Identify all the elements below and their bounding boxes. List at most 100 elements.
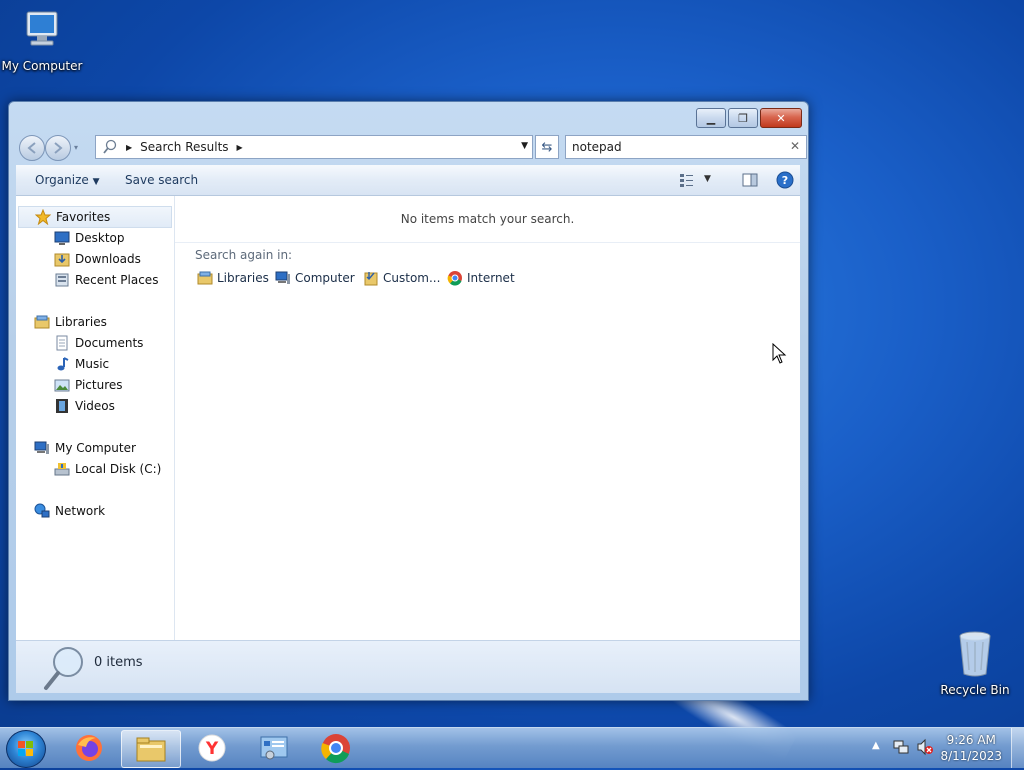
help-button[interactable]: ?: [776, 171, 794, 189]
forward-button[interactable]: [45, 135, 71, 161]
refresh-button[interactable]: ⇆: [535, 135, 559, 159]
no-results-message: No items match your search.: [400, 212, 575, 226]
nav-item-local-disk[interactable]: Local Disk (C:): [54, 461, 161, 477]
search-again-computer[interactable]: Computer: [275, 270, 355, 286]
search-input-value: notepad: [572, 140, 622, 154]
start-button[interactable]: [6, 730, 46, 768]
desktop-icon-label: My Computer: [1, 59, 83, 73]
nav-item-label: Local Disk (C:): [75, 462, 162, 476]
organize-label: Organize: [35, 173, 89, 187]
forward-arrow-icon: [54, 142, 63, 154]
search-again-libraries[interactable]: Libraries: [197, 270, 269, 286]
desktop-icon-label: Recycle Bin: [940, 683, 1010, 697]
show-desktop-button[interactable]: [1011, 728, 1024, 768]
nav-item-my-computer[interactable]: My Computer: [34, 440, 136, 456]
maximize-button[interactable]: ❐: [728, 108, 758, 128]
hard-drive-icon: [54, 461, 70, 477]
system-clock[interactable]: 9:26 AM 8/11/2023: [940, 732, 1002, 764]
organize-button[interactable]: Organize ▼: [35, 173, 100, 187]
navigation-bar: ▾ ▶ Search Results ▶ ▼ ⇆ notepad ✕: [17, 134, 807, 161]
explorer-window: ▁ ❐ ✕ ▾ ▶ Search Results ▶ ▼ ⇆ notepad ✕: [8, 101, 809, 701]
computer-icon: [34, 440, 50, 456]
recent-pages-chevron-icon[interactable]: ▾: [74, 143, 78, 152]
item-count: 0 items: [94, 655, 143, 670]
nav-item-music[interactable]: Music: [54, 356, 109, 372]
view-list-icon: [680, 174, 693, 187]
close-icon: ✕: [776, 111, 786, 125]
chevron-down-icon: ▼: [92, 177, 100, 187]
search-again-option-label: Custom...: [383, 271, 441, 285]
videos-icon: [54, 398, 70, 414]
firefox-icon: [76, 735, 102, 761]
nav-item-videos[interactable]: Videos: [54, 398, 115, 414]
libraries-icon: [34, 314, 50, 330]
nav-item-label: Downloads: [75, 252, 141, 266]
nav-item-label: Libraries: [55, 315, 107, 329]
caption-buttons: ▁ ❐ ✕: [694, 108, 802, 128]
computer-icon: [275, 270, 291, 286]
clock-time: 9:26 AM: [946, 733, 996, 747]
taskbar-control-panel[interactable]: [245, 730, 303, 766]
taskbar-firefox[interactable]: [60, 730, 118, 766]
nav-item-documents[interactable]: Documents: [54, 335, 143, 351]
nav-item-label: Documents: [75, 336, 144, 350]
nav-item-pictures[interactable]: Pictures: [54, 377, 123, 393]
view-options-chevron-icon[interactable]: ▼: [704, 174, 722, 192]
search-again-custom[interactable]: Custom...: [363, 270, 440, 286]
preview-pane-button[interactable]: [741, 171, 759, 189]
nav-item-downloads[interactable]: Downloads: [54, 251, 141, 267]
breadcrumb-separator-icon[interactable]: ▶: [237, 143, 243, 152]
search-again-option-label: Libraries: [217, 271, 269, 285]
windows-logo-icon: [18, 741, 33, 756]
nav-item-desktop[interactable]: Desktop: [54, 230, 125, 246]
volume-muted-icon[interactable]: [916, 738, 934, 756]
magnifier-icon: [44, 647, 83, 690]
save-search-button[interactable]: Save search: [125, 173, 198, 187]
nav-item-label: Recent Places: [75, 273, 159, 287]
search-again-internet[interactable]: Internet: [447, 270, 515, 286]
back-button[interactable]: [19, 135, 45, 161]
save-search-label: Save search: [125, 173, 199, 187]
nav-item-label: Desktop: [75, 231, 125, 245]
search-again-label: Search again in:: [195, 248, 293, 262]
back-arrow-icon: [27, 142, 36, 154]
nav-item-libraries[interactable]: Libraries: [34, 314, 107, 330]
documents-icon: [54, 335, 70, 351]
custom-folder-icon: [363, 270, 379, 286]
pictures-icon: [54, 377, 70, 393]
network-status-icon[interactable]: [892, 738, 910, 756]
chrome-icon: [447, 270, 463, 286]
nav-item-network[interactable]: Network: [34, 503, 105, 519]
nav-item-recent-places[interactable]: Recent Places: [54, 272, 158, 288]
desktop-icon-recycle-bin[interactable]: Recycle Bin: [933, 630, 1017, 697]
change-view-button[interactable]: [678, 171, 696, 189]
nav-item-label: My Computer: [55, 441, 136, 455]
search-input[interactable]: notepad ✕: [565, 135, 807, 159]
breadcrumb-search-results[interactable]: Search Results: [140, 140, 228, 154]
clear-search-icon[interactable]: ✕: [784, 139, 800, 153]
breadcrumb-separator-icon[interactable]: ▶: [126, 143, 132, 152]
taskbar-yandex-browser[interactable]: Y: [183, 730, 241, 766]
show-hidden-icons-chevron-icon[interactable]: ▲: [872, 740, 880, 751]
preview-pane-icon: [742, 173, 758, 187]
close-button[interactable]: ✕: [760, 108, 802, 128]
search-results-icon: [103, 139, 117, 154]
svg-text:Y: Y: [205, 739, 219, 759]
clock-date: 8/11/2023: [940, 749, 1002, 763]
desktop-icon-my-computer[interactable]: My Computer: [0, 8, 84, 73]
nav-item-label: Network: [55, 504, 106, 518]
chrome-icon: [321, 734, 350, 764]
svg-text:?: ?: [782, 174, 788, 187]
address-dropdown-icon[interactable]: ▼: [521, 141, 528, 151]
computer-icon: [0, 8, 84, 57]
minimize-button[interactable]: ▁: [696, 108, 726, 128]
address-bar[interactable]: ▶ Search Results ▶ ▼: [95, 135, 533, 159]
taskbar-windows-explorer[interactable]: [121, 730, 181, 768]
taskbar-chrome[interactable]: [307, 730, 365, 766]
nav-item-favorites[interactable]: Favorites: [18, 206, 172, 228]
music-note-icon: [54, 356, 70, 372]
nav-item-label: Videos: [75, 399, 115, 413]
search-again-option-label: Internet: [467, 271, 515, 285]
yandex-browser-icon: Y: [198, 734, 226, 762]
details-pane: 0 items: [16, 640, 800, 693]
